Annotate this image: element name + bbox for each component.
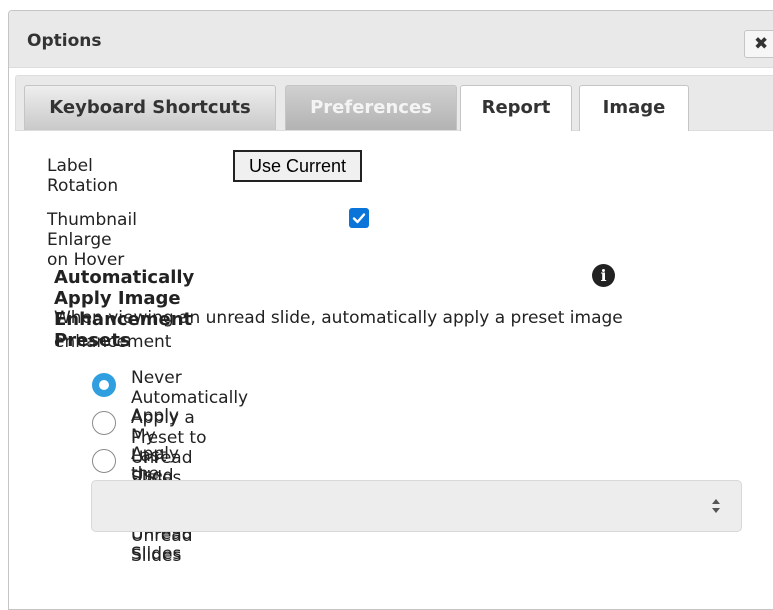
tab-report[interactable]: Report	[460, 85, 572, 131]
tab-preferences[interactable]: Preferences	[285, 85, 457, 130]
thumbnail-enlarge-label: Thumbnail Enlarge on Hover	[47, 210, 137, 270]
tab-keyboard-shortcuts[interactable]: Keyboard Shortcuts	[24, 85, 276, 130]
label-rotation-label: Label Rotation	[47, 156, 119, 196]
use-current-button[interactable]: Use Current	[233, 150, 362, 182]
radio-never-apply[interactable]	[92, 373, 116, 397]
info-icon[interactable]: i	[592, 264, 615, 287]
dialog-title: Options	[27, 31, 102, 51]
select-arrows-icon	[712, 499, 720, 513]
tab-label: Preferences	[310, 97, 432, 118]
thumbnail-enlarge-checkbox[interactable]	[349, 208, 369, 228]
radio-following-preset[interactable]	[92, 449, 116, 473]
close-button[interactable]: ✖	[744, 30, 773, 58]
preset-select[interactable]	[91, 480, 742, 532]
dialog-titlebar: Options	[9, 11, 773, 68]
tab-label: Keyboard Shortcuts	[49, 97, 251, 118]
checkmark-icon	[352, 213, 366, 224]
radio-last-used[interactable]	[92, 411, 116, 435]
tab-label: Report	[481, 97, 551, 118]
close-icon: ✖	[754, 34, 769, 54]
tab-image[interactable]: Image	[579, 85, 689, 131]
tab-label: Image	[602, 97, 666, 118]
tab-bar: Keyboard Shortcuts Preferences Report Im…	[15, 75, 773, 131]
auto-apply-description: When viewing an unread slide, automatica…	[54, 308, 623, 352]
